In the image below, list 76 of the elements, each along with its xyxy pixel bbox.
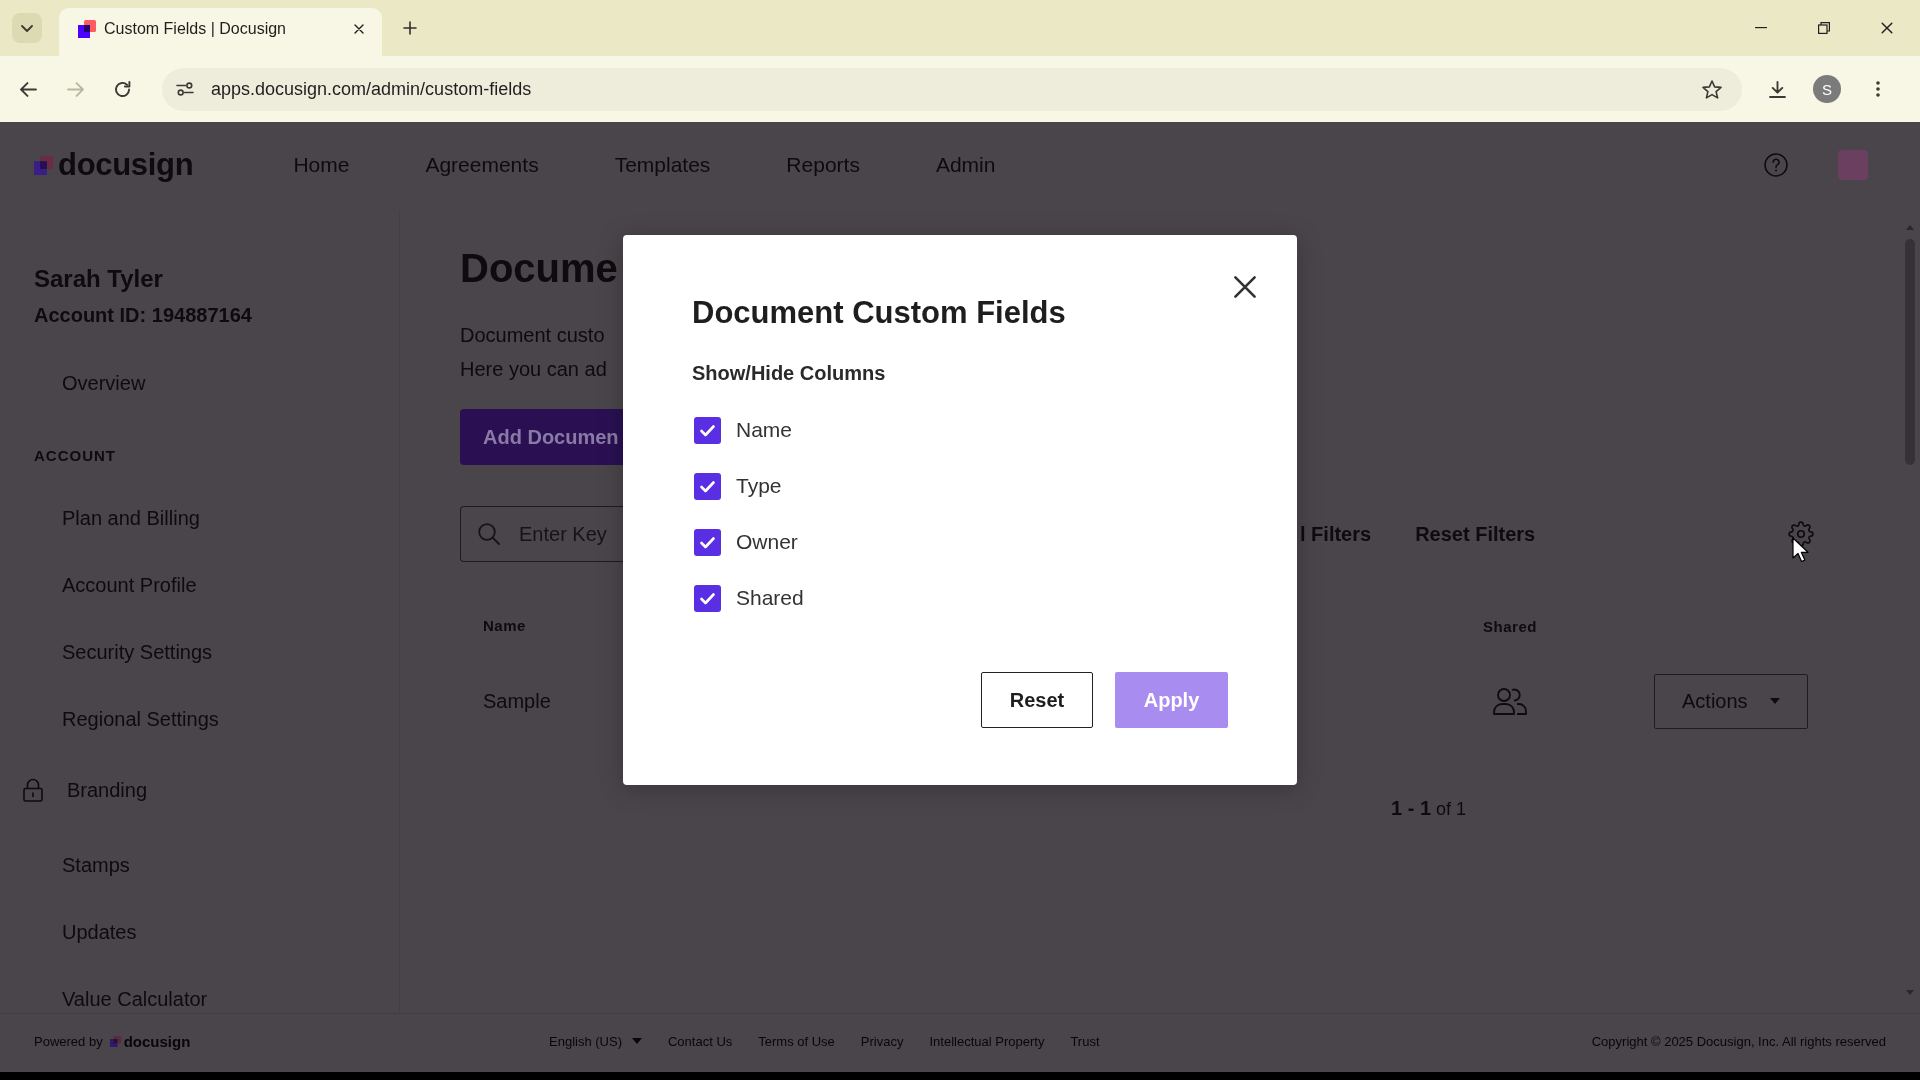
left-arrow-icon[interactable] (20, 81, 37, 97)
tab-list-button[interactable] (12, 13, 42, 43)
restore-icon[interactable] (1818, 22, 1830, 34)
profile-avatar[interactable]: S (1813, 75, 1841, 103)
squares-logo-icon (109, 1035, 121, 1047)
filter-link[interactable]: l Filters (1300, 522, 1372, 546)
squares-logo-icon (78, 20, 96, 38)
logo-wordmark: docusign (58, 147, 194, 183)
sidebar-link[interactable]: Stamps (62, 853, 130, 877)
sidebar-link[interactable]: Overview (62, 371, 146, 395)
search-icon (478, 523, 500, 545)
secondary-button[interactable]: Reset (981, 672, 1093, 728)
menu-icon[interactable] (1876, 81, 1880, 97)
caret-icon (1769, 698, 1780, 704)
sliders-icon[interactable] (176, 82, 194, 96)
close-icon[interactable] (1881, 22, 1893, 34)
browser-tab[interactable]: Custom Fields | Docusign (59, 8, 382, 56)
minimize-icon[interactable] (1755, 27, 1767, 29)
section-label: Show/Hide Columns (692, 361, 886, 386)
add-button[interactable]: Add Documen (460, 409, 623, 465)
checkbox[interactable] (694, 472, 721, 500)
footer-link[interactable]: Privacy (860, 1033, 904, 1049)
lock-icon (23, 778, 43, 802)
page-title: Docume (460, 246, 618, 290)
checkbox-label: Type (736, 473, 782, 499)
address-field[interactable]: apps.docusign.com/admin/custom-fields (162, 67, 1742, 111)
footer-link[interactable]: Terms of Use (758, 1033, 835, 1049)
chevron-down-icon (21, 24, 33, 32)
nav-link[interactable]: Templates (614, 153, 711, 177)
section-heading: ACCOUNT (34, 447, 116, 465)
footer-link[interactable]: Contact Us (667, 1033, 733, 1049)
column-header: Shared (1483, 617, 1537, 635)
nav-link[interactable]: Agreements (425, 153, 539, 177)
account-id-text: Account ID: 194887164 (34, 303, 252, 328)
pagination-text: 1 - 1 of 1 (1391, 796, 1467, 820)
sidebar-link[interactable]: Value Calculator (62, 987, 208, 1011)
checkbox[interactable] (694, 528, 721, 556)
settings-icon[interactable] (1788, 521, 1814, 547)
description-text: Document custo (460, 323, 605, 348)
checkbox-label: Shared (736, 585, 804, 611)
checkbox-label: Name (736, 417, 793, 443)
plus-icon[interactable] (403, 21, 417, 35)
close-icon[interactable] (354, 24, 364, 34)
checkbox[interactable] (694, 584, 721, 612)
column-header: Name (483, 617, 526, 634)
sidebar-link[interactable]: Security Settings (62, 640, 213, 664)
footer-link[interactable]: Intellectual Property (929, 1033, 1045, 1049)
download-icon[interactable] (1769, 80, 1786, 98)
sidebar-link[interactable]: Plan and Billing (62, 506, 200, 530)
sidebar-link[interactable]: Branding (67, 778, 148, 802)
powered-by-text: Powered by (34, 1033, 103, 1049)
description-text: Here you can ad (460, 357, 607, 382)
logo-wordmark: docusign (123, 1032, 191, 1050)
table-cell: Sample (483, 689, 551, 712)
language-selector[interactable]: English (US) (549, 1033, 642, 1049)
squares-logo-icon (34, 155, 53, 175)
nav-link[interactable]: Admin (935, 153, 996, 177)
nav-link[interactable]: Home (293, 153, 350, 177)
caret-icon (631, 1038, 642, 1044)
mouse-pointer-icon (1792, 537, 1809, 563)
sidebar-link[interactable]: Regional Settings (62, 707, 219, 731)
checkbox-label: Owner (736, 529, 798, 555)
footer-link[interactable]: Trust (1070, 1033, 1100, 1049)
copyright-text: Copyright © 2025 Docusign, Inc. All rights reserved (1591, 1033, 1886, 1049)
nav-link[interactable]: Reports (786, 153, 860, 177)
user-name: Sarah Tyler (34, 264, 163, 294)
checkbox[interactable] (694, 416, 721, 444)
star-icon[interactable] (1702, 79, 1722, 99)
sidebar-link[interactable]: Updates (62, 920, 137, 944)
modal-title: Document Custom Fields (692, 294, 1066, 332)
close-icon[interactable] (1233, 275, 1257, 299)
actions-button[interactable]: Actions (1654, 673, 1808, 729)
reload-icon[interactable] (114, 80, 131, 98)
people-icon (1493, 687, 1527, 715)
filter-link[interactable]: Reset Filters (1415, 522, 1536, 546)
sidebar-link[interactable]: Account Profile (62, 573, 197, 597)
